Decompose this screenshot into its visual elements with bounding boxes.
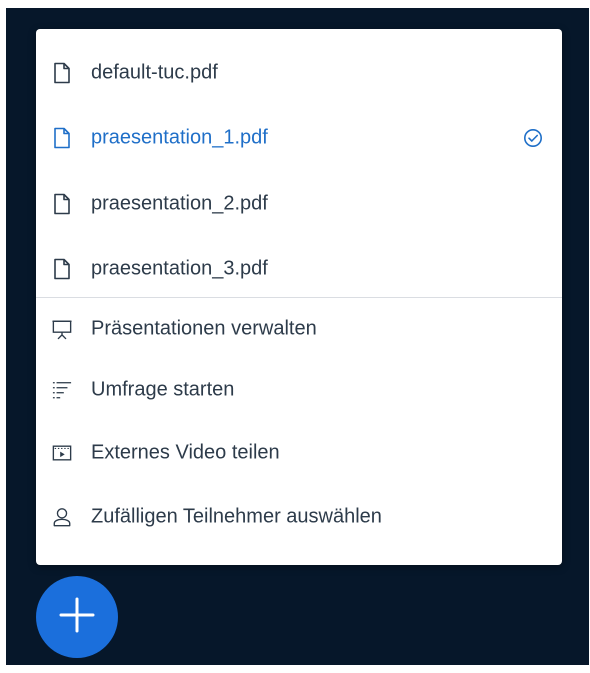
presentation-item-praesentation-3[interactable]: praesentation_3.pdf [36, 241, 562, 297]
presentation-item-label: praesentation_3.pdf [91, 257, 268, 280]
app-background: default-tuc.pdf praesentation_1.pdf prae… [6, 8, 589, 665]
poll-icon [52, 379, 72, 401]
file-icon [52, 62, 72, 84]
start-poll-label: Umfrage starten [91, 378, 235, 401]
file-icon [52, 193, 72, 215]
presentation-item-label: praesentation_1.pdf [91, 126, 268, 149]
actions-dropdown-menu: default-tuc.pdf praesentation_1.pdf prae… [36, 29, 562, 565]
file-icon [52, 127, 72, 149]
manage-presentations-label: Präsentationen verwalten [91, 317, 317, 340]
presentation-item-default-tuc[interactable]: default-tuc.pdf [36, 45, 562, 101]
plus-icon [57, 595, 97, 640]
actions-fab-button[interactable] [36, 576, 118, 658]
select-random-user-label: Zufälligen Teilnehmer auswählen [91, 505, 382, 528]
file-icon [52, 258, 72, 280]
presentation-item-praesentation-2[interactable]: praesentation_2.pdf [36, 176, 562, 232]
share-external-video-item[interactable]: Externes Video teilen [36, 425, 562, 481]
start-poll-item[interactable]: Umfrage starten [36, 362, 562, 418]
user-icon [52, 506, 72, 528]
presentation-icon [52, 318, 72, 340]
presentation-item-praesentation-1[interactable]: praesentation_1.pdf [36, 110, 562, 166]
menu-divider [36, 297, 562, 298]
select-random-user-item[interactable]: Zufälligen Teilnehmer auswählen [36, 489, 562, 545]
presentation-item-label: default-tuc.pdf [91, 61, 218, 84]
manage-presentations-item[interactable]: Präsentationen verwalten [36, 301, 562, 357]
check-circle-icon [523, 128, 543, 148]
video-icon [52, 442, 72, 464]
presentation-item-label: praesentation_2.pdf [91, 192, 268, 215]
share-external-video-label: Externes Video teilen [91, 441, 280, 464]
